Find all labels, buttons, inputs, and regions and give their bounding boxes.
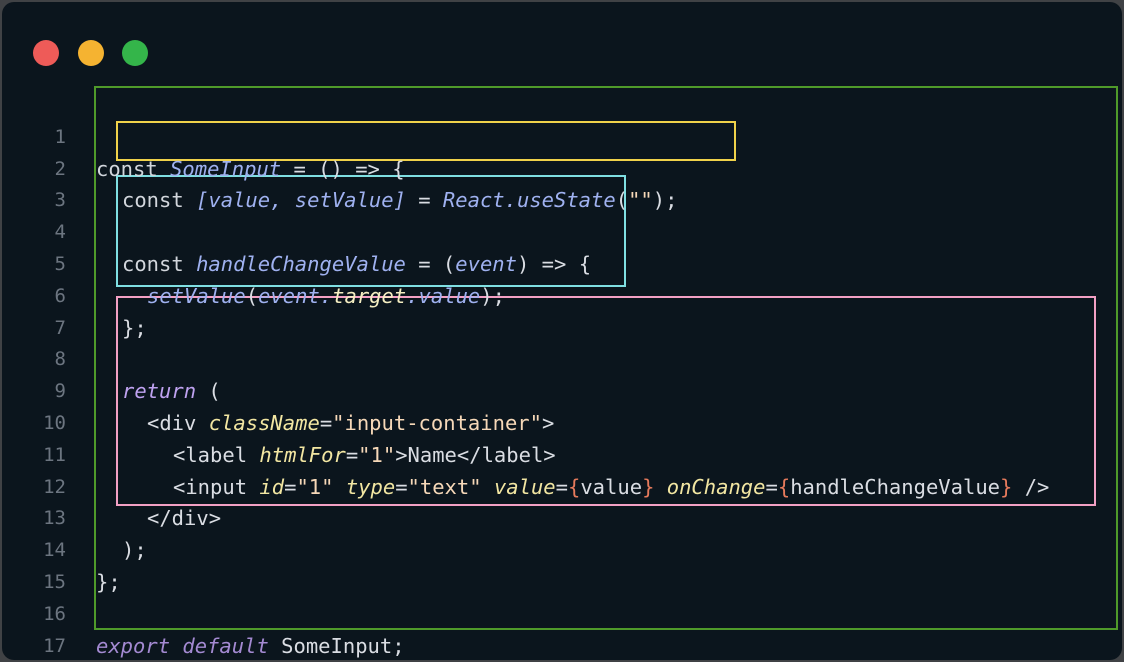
code-line: 15 bbox=[2, 535, 1122, 593]
code-editor: 1 const SomeInput = () => { 2 const [val… bbox=[2, 90, 1122, 658]
code-line: 3 bbox=[2, 154, 1122, 211]
code-line: 6 }; bbox=[2, 249, 1122, 340]
line-number: 17 bbox=[43, 634, 66, 657]
maximize-window-icon[interactable] bbox=[122, 40, 148, 66]
code-line: 7 bbox=[2, 281, 1122, 339]
code-line: 10 <label htmlFor="1">Name</label> bbox=[2, 376, 1122, 467]
code-line: 14 }; bbox=[2, 503, 1122, 594]
code-line: 5 setValue(event.target.value); bbox=[2, 217, 1122, 308]
code-line: 11 <input id="1" type="text" value={valu… bbox=[2, 408, 1122, 499]
code-line: 4 const handleChangeValue = (event) => { bbox=[2, 185, 1122, 276]
code-line: 17 bbox=[2, 599, 1122, 657]
code-window: 1 const SomeInput = () => { 2 const [val… bbox=[2, 2, 1122, 660]
code-line: 1 const SomeInput = () => { bbox=[2, 90, 1122, 181]
close-window-icon[interactable] bbox=[33, 40, 59, 66]
code-line: 9 <div className="input-container"> bbox=[2, 344, 1122, 435]
code-line: 8 return ( bbox=[2, 313, 1122, 403]
code-line: 13 ); bbox=[2, 472, 1122, 562]
keyword: export default bbox=[96, 633, 269, 658]
code-line: 16 export default SomeInput; bbox=[2, 567, 1122, 658]
identifier: SomeInput; bbox=[268, 633, 405, 658]
minimize-window-icon[interactable] bbox=[78, 40, 104, 66]
code-line: 12 </div> bbox=[2, 440, 1122, 531]
code-line: 2 const [value, setValue] = React.useSta… bbox=[2, 122, 1122, 213]
